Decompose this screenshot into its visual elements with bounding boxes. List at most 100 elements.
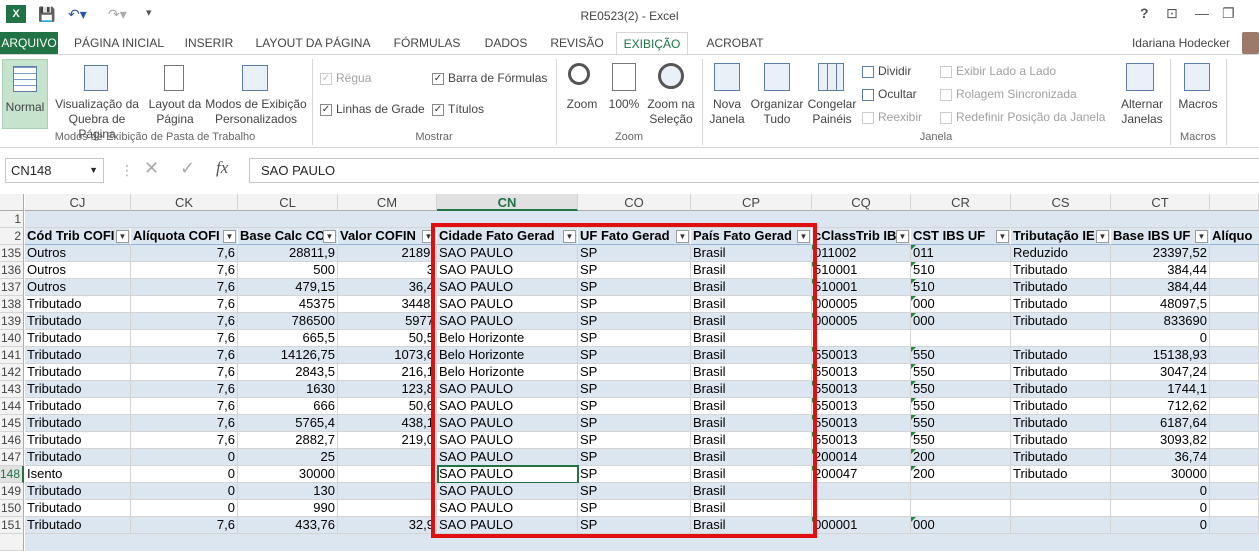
column-filter-header[interactable]: CST IBS UF ▼ xyxy=(911,228,1011,245)
table-cell[interactable]: 7,6 xyxy=(131,313,238,330)
row-header[interactable]: 150 xyxy=(0,500,24,517)
table-cell[interactable]: 550013 xyxy=(812,432,911,449)
table-cell[interactable]: 219,0 xyxy=(338,432,437,449)
column-header-cj[interactable]: CJ xyxy=(25,194,131,211)
table-cell[interactable]: 7,6 xyxy=(131,415,238,432)
table-cell[interactable]: Tributado xyxy=(25,296,131,313)
table-cell[interactable]: 550013 xyxy=(812,415,911,432)
page-layout-button[interactable]: Layout da Página xyxy=(146,97,204,127)
row-header[interactable]: 146 xyxy=(0,432,24,449)
table-cell[interactable] xyxy=(1210,398,1259,415)
switch-windows-button[interactable]: Alternar Janelas xyxy=(1116,97,1168,127)
table-cell[interactable]: 666 xyxy=(238,398,338,415)
column-header-cl[interactable]: CL xyxy=(238,194,338,211)
table-cell[interactable] xyxy=(338,466,437,483)
row-header[interactable]: 143 xyxy=(0,381,24,398)
column-header-co[interactable]: CO xyxy=(578,194,691,211)
table-cell[interactable]: 665,5 xyxy=(238,330,338,347)
column-filter-header[interactable]: Base IBS UF ▼ xyxy=(1111,228,1210,245)
zoom-100-button[interactable]: 100% xyxy=(604,97,644,112)
user-name[interactable]: Idariana Hodecker xyxy=(1110,32,1230,54)
table-cell[interactable]: Tributado xyxy=(25,449,131,466)
ribbon-display-icon[interactable]: ⊡ xyxy=(1166,5,1178,22)
row-header[interactable]: 151 xyxy=(0,517,24,534)
table-cell[interactable]: Tributado xyxy=(1011,432,1111,449)
table-cell[interactable]: 550 xyxy=(911,381,1011,398)
hide-button[interactable]: Ocultar xyxy=(862,87,917,101)
table-cell[interactable] xyxy=(911,500,1011,517)
table-cell[interactable]: 6187,64 xyxy=(1111,415,1210,432)
table-cell[interactable]: Tributado xyxy=(25,330,131,347)
table-cell[interactable]: 510 xyxy=(911,279,1011,296)
table-cell[interactable]: 7,6 xyxy=(131,347,238,364)
split-button[interactable]: Dividir xyxy=(862,64,911,78)
reset-position-button[interactable]: Redefinir Posição da Janela xyxy=(940,110,1105,124)
table-cell[interactable]: 3047,24 xyxy=(1111,364,1210,381)
column-filter-header[interactable]: Cód Trib COFI ▼ xyxy=(25,228,131,245)
tab-exibicao[interactable]: EXIBIÇÃO xyxy=(616,32,688,55)
table-cell[interactable]: 833690 xyxy=(1111,313,1210,330)
table-cell[interactable]: 7,6 xyxy=(131,432,238,449)
table-cell[interactable]: 7,6 xyxy=(131,381,238,398)
table-cell[interactable] xyxy=(338,449,437,466)
filter-dropdown-icon[interactable]: ▼ xyxy=(896,230,909,243)
table-cell[interactable]: Isento xyxy=(25,466,131,483)
column-header-ck[interactable]: CK xyxy=(131,194,238,211)
table-cell[interactable]: 433,76 xyxy=(238,517,338,534)
table-cell[interactable] xyxy=(812,330,911,347)
table-cell[interactable]: Tributado xyxy=(1011,279,1111,296)
table-cell[interactable]: Tributado xyxy=(1011,398,1111,415)
table-cell[interactable]: Tributado xyxy=(1011,415,1111,432)
table-cell[interactable]: 36,4 xyxy=(338,279,437,296)
filter-dropdown-icon[interactable]: ▼ xyxy=(1096,230,1109,243)
table-cell[interactable]: 550013 xyxy=(812,347,911,364)
table-cell[interactable]: 3093,82 xyxy=(1111,432,1210,449)
column-filter-header[interactable]: Alíquo xyxy=(1210,228,1259,245)
filter-dropdown-icon[interactable]: ▼ xyxy=(996,230,1009,243)
row-header[interactable]: 1 xyxy=(0,211,24,228)
table-cell[interactable] xyxy=(1210,483,1259,500)
table-cell[interactable] xyxy=(812,483,911,500)
table-cell[interactable]: 000001 xyxy=(812,517,911,534)
table-cell[interactable] xyxy=(1210,262,1259,279)
table-cell[interactable]: Tributado xyxy=(25,381,131,398)
table-cell[interactable]: 7,6 xyxy=(131,245,238,262)
table-cell[interactable]: 0 xyxy=(131,466,238,483)
cancel-icon[interactable]: ✕ xyxy=(144,158,159,179)
table-cell[interactable] xyxy=(1210,517,1259,534)
table-cell[interactable]: 2882,7 xyxy=(238,432,338,449)
headings-checkbox[interactable]: ✓ Títulos xyxy=(432,102,484,116)
table-cell[interactable]: 0 xyxy=(131,483,238,500)
table-cell[interactable]: 438,1 xyxy=(338,415,437,432)
custom-views-button[interactable]: Modos de Exibição Personalizados xyxy=(204,97,308,127)
table-cell[interactable]: Tributado xyxy=(25,313,131,330)
table-cell[interactable]: 011002 xyxy=(812,245,911,262)
tab-layout[interactable]: LAYOUT DA PÁGINA xyxy=(248,32,378,54)
row-header[interactable]: 141 xyxy=(0,347,24,364)
table-cell[interactable]: 0 xyxy=(1111,483,1210,500)
table-cell[interactable]: 7,6 xyxy=(131,364,238,381)
table-cell[interactable]: 48097,5 xyxy=(1111,296,1210,313)
table-cell[interactable]: 216,1 xyxy=(338,364,437,381)
table-cell[interactable] xyxy=(1210,381,1259,398)
row-header[interactable]: 135 xyxy=(0,245,24,262)
row-header[interactable]: 2 xyxy=(0,228,24,245)
table-cell[interactable]: 550 xyxy=(911,347,1011,364)
tab-formulas[interactable]: FÓRMULAS xyxy=(386,32,468,54)
table-cell[interactable]: Tributado xyxy=(25,415,131,432)
table-cell[interactable] xyxy=(1210,313,1259,330)
row-header[interactable]: 137 xyxy=(0,279,24,296)
table-cell[interactable] xyxy=(1210,296,1259,313)
row-header[interactable]: 140 xyxy=(0,330,24,347)
table-cell[interactable]: 130 xyxy=(238,483,338,500)
table-cell[interactable]: 550013 xyxy=(812,364,911,381)
table-cell[interactable]: Tributado xyxy=(1011,313,1111,330)
table-cell[interactable] xyxy=(338,500,437,517)
table-cell[interactable]: 510001 xyxy=(812,279,911,296)
table-cell[interactable]: 3448, xyxy=(338,296,437,313)
table-cell[interactable]: Tributado xyxy=(25,347,131,364)
formula-input[interactable]: SAO PAULO xyxy=(249,158,1259,183)
table-cell[interactable]: 123,8 xyxy=(338,381,437,398)
filter-dropdown-icon[interactable]: ▼ xyxy=(116,230,129,243)
row-header[interactable] xyxy=(0,534,24,551)
